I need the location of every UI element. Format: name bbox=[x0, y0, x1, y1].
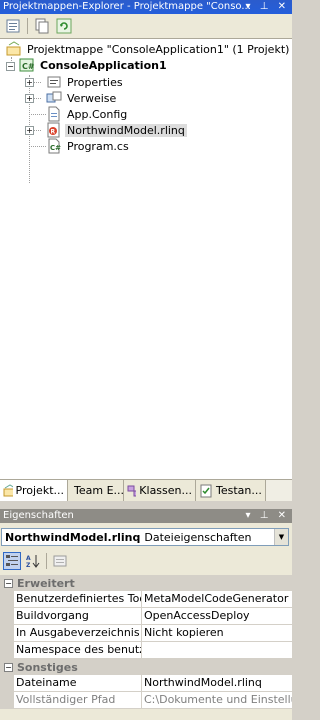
tool-window-tabs: Projekt... Team E... Klassen... Testan..… bbox=[0, 479, 292, 501]
config-file-icon bbox=[46, 106, 62, 122]
csharp-project-icon: C# bbox=[19, 57, 35, 73]
tree-item-label: Program.cs bbox=[67, 139, 129, 153]
property-name: Dateiname bbox=[14, 675, 142, 691]
collapse-icon[interactable]: − bbox=[4, 578, 13, 588]
property-grid: − Erweitert Benutzerdefiniertes Tool Met… bbox=[0, 575, 292, 709]
property-name: Buildvorgang bbox=[14, 608, 142, 624]
class-view-icon bbox=[127, 485, 137, 496]
solution-tree: Projektmappe "ConsoleApplication1" (1 Pr… bbox=[0, 39, 292, 479]
solution-explorer-title-bar[interactable]: Projektmappen-Explorer - Projektmappe "C… bbox=[0, 0, 292, 14]
solution-explorer-title: Projektmappen-Explorer - Projektmappe "C… bbox=[3, 1, 251, 12]
category-label: Erweitert bbox=[17, 576, 75, 590]
project-collapse-toggle[interactable]: − bbox=[6, 62, 15, 71]
solution-icon bbox=[6, 41, 22, 57]
property-value[interactable] bbox=[142, 642, 292, 658]
test-view-icon bbox=[200, 484, 212, 497]
tab-team-explorer[interactable]: Team E... bbox=[68, 480, 124, 501]
show-all-files-button[interactable] bbox=[33, 17, 51, 35]
rlinq-expand-toggle[interactable]: + bbox=[25, 126, 34, 135]
property-row[interactable]: Buildvorgang OpenAccessDeploy bbox=[0, 608, 292, 625]
title-controls[interactable]: ▾ ⊥ ✕ bbox=[246, 509, 289, 523]
chevron-down-icon[interactable]: ▼ bbox=[274, 529, 288, 545]
toolbar-separator bbox=[27, 18, 28, 34]
properties-icon bbox=[46, 74, 62, 90]
object-name: NorthwindModel.rlinq bbox=[5, 530, 141, 544]
toolbar-separator bbox=[46, 553, 47, 569]
category-erweitert[interactable]: − Erweitert bbox=[0, 575, 292, 591]
project-node[interactable]: C# ConsoleApplication1 bbox=[19, 57, 169, 73]
tree-line bbox=[29, 146, 46, 147]
solution-explorer-toolbar bbox=[0, 14, 292, 39]
properties-title: Eigenschaften bbox=[3, 510, 74, 521]
refresh-icon bbox=[56, 18, 72, 34]
tree-item-references[interactable]: Verweise bbox=[46, 90, 118, 106]
property-pages-button[interactable] bbox=[51, 552, 69, 570]
object-type: Dateieigenschaften bbox=[144, 530, 252, 544]
properties-window: Eigenschaften ▾ ⊥ ✕ NorthwindModel.rlinq… bbox=[0, 509, 292, 720]
properties-toolbar-icon bbox=[6, 19, 20, 33]
property-value[interactable]: C:\Dokumente und Einstellunge bbox=[142, 692, 292, 708]
category-sonstiges[interactable]: − Sonstiges bbox=[0, 659, 292, 675]
property-row[interactable]: Dateiname NorthwindModel.rlinq bbox=[0, 675, 292, 692]
collapse-icon[interactable]: − bbox=[4, 662, 13, 672]
show-all-files-icon bbox=[35, 18, 49, 34]
property-value[interactable]: OpenAccessDeploy bbox=[142, 608, 292, 624]
properties-title-bar[interactable]: Eigenschaften ▾ ⊥ ✕ bbox=[0, 509, 292, 523]
properties-expand-toggle[interactable]: + bbox=[25, 78, 34, 87]
tree-item-properties[interactable]: Properties bbox=[46, 74, 125, 90]
property-name: Namespace des benutzerd bbox=[14, 642, 142, 658]
alphabetical-button[interactable]: AZ bbox=[24, 552, 42, 570]
properties-button[interactable] bbox=[4, 17, 22, 35]
solution-label: Projektmappe "ConsoleApplication1" (1 Pr… bbox=[27, 42, 290, 56]
tree-item-program-cs[interactable]: C# Program.cs bbox=[46, 138, 131, 154]
property-pages-icon bbox=[53, 555, 67, 567]
property-row[interactable]: Namespace des benutzerd bbox=[0, 642, 292, 659]
tab-solution-explorer[interactable]: Projekt... bbox=[0, 480, 68, 501]
tab-class-view[interactable]: Klassen... bbox=[124, 480, 196, 501]
tab-label: Testan... bbox=[216, 484, 262, 497]
tree-item-northwind-model[interactable]: R NorthwindModel.rlinq bbox=[46, 122, 187, 138]
title-controls[interactable]: ▾ ⊥ ✕ bbox=[246, 0, 289, 14]
project-label: ConsoleApplication1 bbox=[40, 58, 167, 72]
object-selector[interactable]: NorthwindModel.rlinq Dateieigenschaften … bbox=[1, 528, 289, 546]
svg-text:C#: C# bbox=[22, 62, 35, 71]
category-label: Sonstiges bbox=[17, 660, 78, 674]
properties-toolbar: AZ bbox=[1, 550, 69, 572]
tab-label: Team E... bbox=[74, 484, 124, 497]
refresh-button[interactable] bbox=[55, 17, 73, 35]
references-expand-toggle[interactable]: + bbox=[25, 94, 34, 103]
tree-item-label: NorthwindModel.rlinq bbox=[65, 123, 187, 137]
property-row[interactable]: Vollständiger Pfad C:\Dokumente und Eins… bbox=[0, 692, 292, 709]
tree-item-label: Properties bbox=[67, 75, 123, 89]
csharp-file-icon: C# bbox=[46, 138, 62, 154]
categorized-icon bbox=[6, 555, 18, 566]
categorized-button[interactable] bbox=[3, 552, 21, 570]
solution-explorer-icon bbox=[3, 483, 13, 496]
property-row[interactable]: Benutzerdefiniertes Tool MetaModelCodeGe… bbox=[0, 591, 292, 608]
property-value[interactable]: NorthwindModel.rlinq bbox=[142, 675, 292, 691]
property-name: In Ausgabeverzeichnis ko bbox=[16, 625, 142, 641]
tree-line bbox=[29, 114, 46, 115]
property-value[interactable]: MetaModelCodeGenerator bbox=[142, 591, 292, 607]
references-icon bbox=[46, 90, 62, 106]
svg-text:A: A bbox=[26, 555, 31, 562]
alphabetical-icon: AZ bbox=[26, 555, 40, 568]
tab-label: Projekt... bbox=[15, 484, 64, 497]
rlinq-file-icon: R bbox=[46, 122, 62, 138]
svg-text:R: R bbox=[51, 129, 56, 136]
svg-text:C#: C# bbox=[50, 144, 61, 152]
property-value[interactable]: Nicht kopieren bbox=[142, 625, 292, 641]
tab-test-view[interactable]: Testan... bbox=[196, 480, 266, 501]
tree-item-label: Verweise bbox=[67, 91, 117, 105]
svg-text:Z: Z bbox=[26, 562, 31, 568]
tab-label: Klassen... bbox=[139, 484, 192, 497]
tree-item-app-config[interactable]: App.Config bbox=[46, 106, 129, 122]
solution-node[interactable]: Projektmappe "ConsoleApplication1" (1 Pr… bbox=[6, 41, 291, 57]
tree-item-label: App.Config bbox=[67, 107, 128, 121]
property-name: Vollständiger Pfad bbox=[14, 692, 142, 708]
property-row[interactable]: In Ausgabeverzeichnis ko Nicht kopieren bbox=[0, 625, 292, 642]
property-name: Benutzerdefiniertes Tool bbox=[16, 591, 142, 607]
